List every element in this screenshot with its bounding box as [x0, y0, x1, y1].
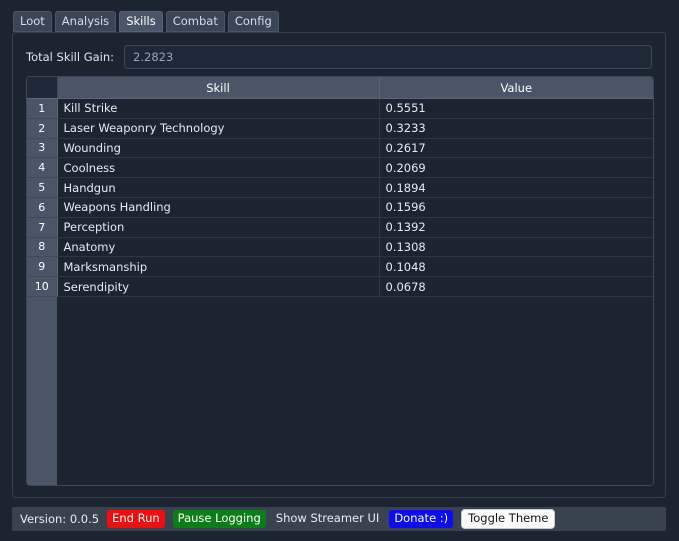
- table-header-row: Skill Value: [27, 77, 653, 99]
- cell-value: 0.2069: [379, 157, 653, 179]
- row-number[interactable]: 2: [27, 118, 58, 139]
- table-row[interactable]: 4 Coolness 0.2069: [27, 157, 653, 179]
- table-corner-cell[interactable]: [27, 77, 58, 99]
- column-header-value[interactable]: Value: [379, 77, 653, 99]
- pause-logging-button[interactable]: Pause Logging: [172, 510, 266, 528]
- tab-loot-label: Loot: [20, 13, 45, 28]
- cell-value: 0.5551: [379, 98, 653, 119]
- table-row[interactable]: 9 Marksmanship 0.1048: [27, 256, 653, 278]
- table-header: Skill Value: [27, 77, 653, 99]
- table-row[interactable]: 2 Laser Weaponry Technology 0.3233: [27, 118, 653, 139]
- table-row[interactable]: 1 Kill Strike 0.5551: [27, 98, 653, 119]
- row-number[interactable]: 1: [27, 98, 58, 119]
- row-number[interactable]: 3: [27, 138, 58, 159]
- column-header-skill[interactable]: Skill: [57, 77, 380, 99]
- cell-value: 0.1596: [379, 197, 653, 218]
- table-row[interactable]: 6 Weapons Handling 0.1596: [27, 197, 653, 218]
- cell-skill: Anatomy: [57, 237, 380, 258]
- tab-analysis-label: Analysis: [61, 13, 110, 28]
- status-bar: Version: 0.0.5 End Run Pause Logging Sho…: [12, 507, 666, 531]
- tab-combat-label: Combat: [172, 13, 218, 28]
- cell-value: 0.0678: [379, 276, 653, 297]
- cell-skill: Coolness: [57, 157, 380, 179]
- version-label: Version: 0.0.5: [20, 512, 100, 526]
- cell-skill: Wounding: [57, 138, 380, 159]
- total-skill-gain-label: Total Skill Gain:: [26, 50, 115, 64]
- show-streamer-ui-button[interactable]: Show Streamer UI: [274, 510, 382, 528]
- cell-value: 0.1894: [379, 177, 653, 198]
- tab-bar: Loot Analysis Skills Combat Config: [13, 10, 279, 35]
- tab-config-label: Config: [234, 13, 272, 28]
- total-skill-gain-row: Total Skill Gain:: [26, 45, 652, 69]
- skills-panel: Total Skill Gain: Skill Value 1: [12, 32, 666, 498]
- row-number[interactable]: 8: [27, 237, 58, 258]
- row-number[interactable]: 6: [27, 197, 58, 218]
- cell-value: 0.1392: [379, 217, 653, 238]
- table-body: 1 Kill Strike 0.5551 2 Laser Weaponry Te…: [27, 98, 653, 297]
- end-run-button[interactable]: End Run: [107, 510, 165, 528]
- row-number[interactable]: 10: [27, 276, 58, 297]
- tab-analysis[interactable]: Analysis: [54, 10, 117, 32]
- cell-skill: Serendipity: [57, 276, 380, 297]
- cell-skill: Weapons Handling: [57, 197, 380, 218]
- table-row[interactable]: 8 Anatomy 0.1308: [27, 237, 653, 258]
- donate-button[interactable]: Donate :): [389, 510, 454, 528]
- cell-skill: Marksmanship: [57, 256, 380, 278]
- table-row[interactable]: 3 Wounding 0.2617: [27, 138, 653, 159]
- table-row[interactable]: 7 Perception 0.1392: [27, 217, 653, 238]
- row-number[interactable]: 4: [27, 157, 58, 179]
- tab-skills[interactable]: Skills: [119, 10, 163, 35]
- tab-skills-label: Skills: [126, 13, 156, 28]
- cell-value: 0.3233: [379, 118, 653, 139]
- cell-skill: Perception: [57, 217, 380, 238]
- tab-loot[interactable]: Loot: [13, 10, 52, 32]
- cell-value: 0.2617: [379, 138, 653, 159]
- row-number[interactable]: 9: [27, 256, 58, 278]
- skills-table: Skill Value 1 Kill Strike 0.5551 2 Laser…: [27, 77, 653, 297]
- toggle-theme-button[interactable]: Toggle Theme: [461, 509, 556, 529]
- cell-skill: Kill Strike: [57, 98, 380, 119]
- table-row[interactable]: 5 Handgun 0.1894: [27, 177, 653, 198]
- table-row[interactable]: 10 Serendipity 0.0678: [27, 276, 653, 297]
- cell-value: 0.1308: [379, 237, 653, 258]
- skills-table-container[interactable]: Skill Value 1 Kill Strike 0.5551 2 Laser…: [26, 76, 654, 486]
- row-number[interactable]: 7: [27, 217, 58, 238]
- tab-config[interactable]: Config: [227, 10, 279, 32]
- cell-skill: Handgun: [57, 177, 380, 198]
- cell-skill: Laser Weaponry Technology: [57, 118, 380, 139]
- tab-combat[interactable]: Combat: [165, 10, 225, 32]
- cell-value: 0.1048: [379, 256, 653, 278]
- row-number[interactable]: 5: [27, 177, 58, 198]
- total-skill-gain-input[interactable]: [124, 45, 652, 69]
